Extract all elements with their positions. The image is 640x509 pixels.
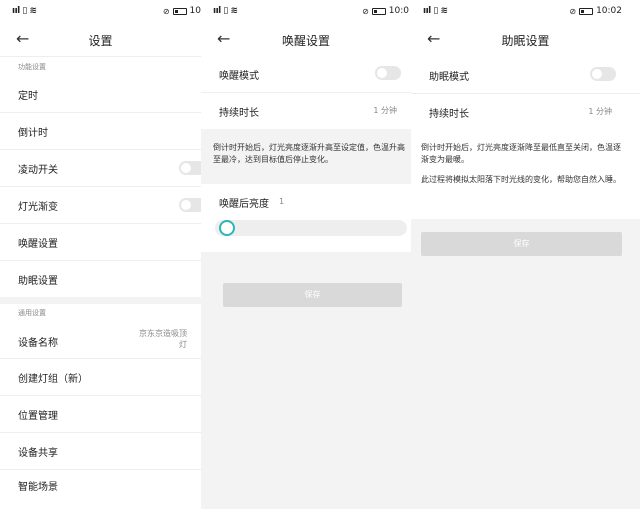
content-background [411, 219, 640, 509]
item-label: 助眠模式 [429, 72, 469, 83]
title-bar: ← 唤醒设置 [201, 24, 411, 56]
signal-icon: ııl ▯ ≋ [213, 6, 238, 16]
signal-icon: ııl ▯ ≋ [12, 6, 37, 16]
wake-duration-row[interactable]: 持续时长 1 分钟 [201, 93, 411, 129]
wake-brightness-row: 唤醒后亮度 1 [201, 184, 411, 252]
item-label: 持续时长 [219, 108, 259, 119]
item-label: 持续时长 [429, 109, 469, 120]
switch-toggle[interactable] [179, 161, 201, 175]
item-label: 创建灯组（新） [18, 374, 88, 385]
sleep-mode-row: 助眠模式 [411, 57, 640, 93]
battery-icon: ⊘ 10 [162, 6, 201, 16]
item-label: 设备共享 [18, 448, 58, 459]
status-bar: ııl ▯ ≋ ⊘ 10:02 [411, 0, 640, 24]
page-title: 助眠设置 [501, 34, 550, 48]
settings-item-scene[interactable]: 智能场景 [0, 470, 201, 506]
item-label: 设备名称 [18, 338, 58, 349]
item-label: 定时 [18, 91, 38, 102]
item-label: 智能场景 [18, 482, 58, 493]
wake-mode-toggle[interactable] [375, 66, 401, 80]
signal-icon: ııl ▯ ≋ [423, 6, 448, 16]
settings-item-wake[interactable]: 唤醒设置 [0, 224, 201, 260]
brightness-value: 1 [279, 197, 285, 206]
battery-icon: ⊘ 10:02 [569, 6, 622, 16]
item-label: 位置管理 [18, 411, 58, 422]
status-time: 10:02 [596, 6, 622, 16]
sleep-mode-toggle[interactable] [590, 67, 616, 81]
divider [0, 56, 201, 57]
value-line: 京东京造吸顶 [139, 329, 187, 338]
settings-item-sleep[interactable]: 助眠设置 [0, 261, 201, 297]
item-label: 凌动开关 [18, 165, 58, 176]
item-label: 唤醒模式 [219, 71, 259, 82]
settings-screen: ııl ▯ ≋ ⊘ 10 ← 设置 功能设置 定时 倒计时 凌动开关 灯光渐变 … [0, 0, 201, 509]
status-bar: ııl ▯ ≋ ⊘ 10 [0, 0, 201, 24]
settings-item-timer[interactable]: 定时 [0, 76, 201, 112]
settings-item-countdown[interactable]: 倒计时 [0, 113, 201, 149]
section-general-header: 通用设置 [18, 309, 46, 317]
sleep-description-2: 此过程将模拟太阳落下时光线的变化，帮助您自然入睡。 [421, 175, 621, 184]
settings-item-location[interactable]: 位置管理 [0, 396, 201, 432]
item-label: 倒计时 [18, 128, 48, 139]
wake-description: 倒计时开始后，灯光亮度逐渐升高至设定值，色温升高至最冷，达到目标值后停止变化。 [213, 143, 405, 164]
settings-item-create-group[interactable]: 创建灯组（新） [0, 359, 201, 395]
title-bar: ← 助眠设置 [411, 24, 640, 56]
section-function-header: 功能设置 [18, 63, 46, 71]
save-button[interactable]: 保存 [421, 232, 622, 256]
item-label: 助眠设置 [18, 276, 58, 287]
brightness-slider-thumb[interactable] [219, 220, 235, 236]
settings-item-switch: 凌动开关 [0, 150, 201, 186]
item-label: 唤醒设置 [18, 239, 58, 250]
status-time: 10:0 [388, 6, 409, 16]
title-bar: ← 设置 [0, 24, 201, 56]
sleep-settings-screen: ııl ▯ ≋ ⊘ 10:02 ← 助眠设置 助眠模式 持续时长 1 分钟 倒计… [411, 0, 640, 509]
item-label: 灯光渐变 [18, 202, 58, 213]
page-title: 设置 [88, 34, 113, 48]
duration-value: 1 分钟 [373, 106, 397, 115]
gradient-toggle[interactable] [179, 198, 201, 212]
settings-item-share[interactable]: 设备共享 [0, 433, 201, 469]
battery-icon: ⊘ 10:0 [362, 6, 409, 16]
item-label: 唤醒后亮度 [219, 199, 269, 210]
wake-mode-row: 唤醒模式 [201, 56, 411, 92]
brightness-slider[interactable] [215, 220, 407, 236]
sleep-description: 倒计时开始后，灯光亮度逐渐降至最低直至关闭，色温逐渐变为最暖。 [421, 143, 621, 164]
settings-item-device-name[interactable]: 设备名称 京东京造吸顶 灯 [0, 322, 201, 358]
sleep-duration-row[interactable]: 持续时长 1 分钟 [411, 94, 640, 130]
duration-value: 1 分钟 [588, 107, 612, 116]
value-line: 灯 [179, 340, 187, 349]
save-button[interactable]: 保存 [223, 283, 402, 307]
wake-settings-screen: ııl ▯ ≋ ⊘ 10:0 ← 唤醒设置 唤醒模式 持续时长 1 分钟 倒计时… [201, 0, 411, 509]
status-bar: ııl ▯ ≋ ⊘ 10:0 [201, 0, 411, 24]
status-time: 10 [189, 6, 201, 16]
settings-item-gradient: 灯光渐变 [0, 187, 201, 223]
device-name-value: 京东京造吸顶 灯 [139, 328, 187, 350]
section-gap [0, 297, 201, 304]
page-title: 唤醒设置 [281, 34, 330, 48]
